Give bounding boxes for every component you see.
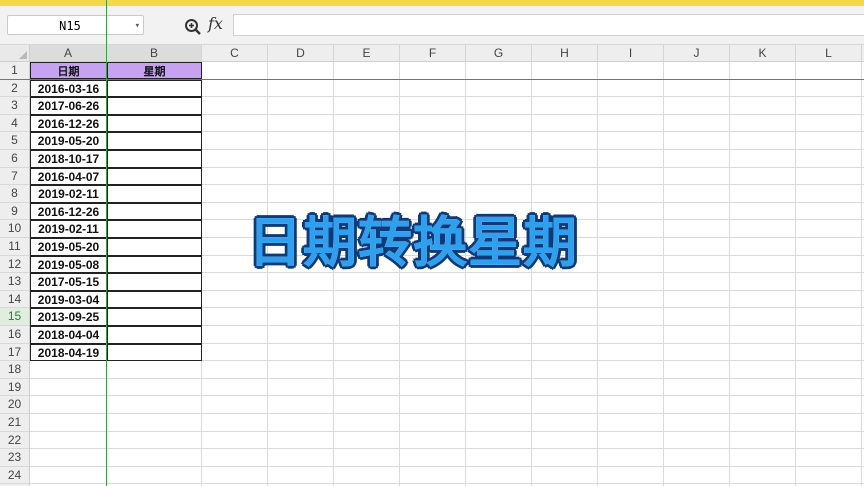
date-cell[interactable]: 2017-06-26 [30,97,107,115]
date-cell[interactable]: 2019-05-08 [30,255,107,274]
grid-column-line [663,62,664,486]
weekday-cell[interactable] [107,79,202,98]
date-cell[interactable]: 2019-05-20 [30,238,107,256]
row-header-19[interactable]: 19 [0,379,29,397]
select-all-triangle-icon [19,51,27,59]
row-header-2[interactable]: 2 [0,80,29,98]
column-header-d[interactable]: D [268,45,334,61]
select-all-corner[interactable] [0,45,30,62]
column-header-f[interactable]: F [400,45,466,61]
row-header-8[interactable]: 8 [0,185,29,203]
row-header-24[interactable]: 24 [0,467,29,485]
formula-toolbar: N15 ▾ fx [0,6,864,45]
column-header-e[interactable]: E [334,45,400,61]
grid-column-line [861,62,862,486]
row-header-11[interactable]: 11 [0,238,29,256]
row-header-1[interactable]: 1 [0,62,29,80]
row-header-23[interactable]: 23 [0,449,29,467]
column-header-i[interactable]: I [598,45,664,61]
cell-header-weekday[interactable]: 星期 [107,62,202,79]
grid-column-line [729,62,730,486]
grid-row-line [30,483,864,485]
name-box-value: N15 [59,19,81,33]
column-header-h[interactable]: H [532,45,598,61]
cell-header-date[interactable]: 日期 [30,62,107,79]
date-cell[interactable]: 2018-04-19 [30,343,107,362]
date-cell[interactable]: 2016-04-07 [30,167,107,186]
grid-row-line [30,413,864,414]
row-header-13[interactable]: 13 [0,273,29,291]
row-header-12[interactable]: 12 [0,256,29,274]
column-header-k[interactable]: K [730,45,796,61]
grid-row-line [30,377,864,379]
date-cell[interactable]: 2016-12-26 [30,114,107,133]
grid-row-line [30,465,864,467]
weekday-cell[interactable] [107,273,202,291]
row-header-4[interactable]: 4 [0,115,29,133]
magnifier-icon[interactable] [184,18,202,36]
row-header-15[interactable]: 15 [0,308,29,326]
weekday-cell[interactable] [107,150,202,168]
column-header-l[interactable]: L [796,45,862,61]
row-header-6[interactable]: 6 [0,150,29,168]
column-header-j[interactable]: J [664,45,730,61]
weekday-cell[interactable] [107,343,202,362]
weekday-cell[interactable] [107,114,202,133]
date-cell[interactable]: 2017-05-15 [30,273,107,291]
column-header-g[interactable]: G [466,45,532,61]
date-cell[interactable]: 2013-09-25 [30,308,107,326]
row-header-18[interactable]: 18 [0,361,29,379]
column-header-c[interactable]: C [202,45,268,61]
row-header-14[interactable]: 14 [0,291,29,309]
weekday-cell[interactable] [107,167,202,186]
name-box[interactable]: N15 ▾ [7,15,144,35]
date-cell[interactable]: 2016-12-26 [30,202,107,221]
row-headers: 1 2 3 4 5 6 7 8 9 10 11 12 13 14 15 16 17 18 19 20 21 22 23 24 [0,62,30,486]
row-header-16[interactable]: 16 [0,326,29,344]
weekday-cell[interactable] [107,308,202,326]
grid-column-line [795,62,796,486]
weekday-cell[interactable] [107,290,202,309]
row-header-5[interactable]: 5 [0,132,29,150]
freeze-pane-vertical [106,0,107,486]
row-header-17[interactable]: 17 [0,344,29,362]
grid-row-line [30,395,864,397]
row-header-7[interactable]: 7 [0,168,29,186]
weekday-cell[interactable] [107,255,202,274]
weekday-cell[interactable] [107,185,202,203]
date-cell[interactable]: 2018-04-04 [30,326,107,344]
date-cell[interactable]: 2019-02-11 [30,220,107,238]
row-header-22[interactable]: 22 [0,432,29,450]
weekday-cell[interactable] [107,202,202,221]
chevron-down-icon[interactable]: ▾ [135,16,140,36]
weekday-cell[interactable] [107,220,202,238]
date-cell[interactable]: 2019-02-11 [30,185,107,203]
freeze-pane-horizontal [0,79,864,80]
column-header-b[interactable]: B [107,45,202,61]
date-cell[interactable]: 2019-05-20 [30,132,107,150]
row-header-9[interactable]: 9 [0,203,29,221]
fx-icon[interactable]: fx [208,14,223,33]
column-headers: ABCDEFGHIJKL [30,45,864,62]
row-header-10[interactable]: 10 [0,220,29,238]
overlay-title: 日期转换星期 [247,210,579,276]
weekday-cell[interactable] [107,132,202,150]
date-cell[interactable]: 2019-03-04 [30,290,107,309]
date-cell[interactable]: 2018-10-17 [30,150,107,168]
weekday-cell[interactable] [107,326,202,344]
weekday-cell[interactable] [107,97,202,115]
formula-input[interactable] [233,14,864,36]
grid-row-line [30,448,864,450]
grid-row-line [30,430,864,432]
weekday-cell[interactable] [107,238,202,256]
date-cell[interactable]: 2016-03-16 [30,79,107,98]
column-header-a[interactable]: A [30,45,107,61]
row-header-21[interactable]: 21 [0,414,29,432]
row-header-3[interactable]: 3 [0,97,29,115]
row-header-20[interactable]: 20 [0,396,29,414]
